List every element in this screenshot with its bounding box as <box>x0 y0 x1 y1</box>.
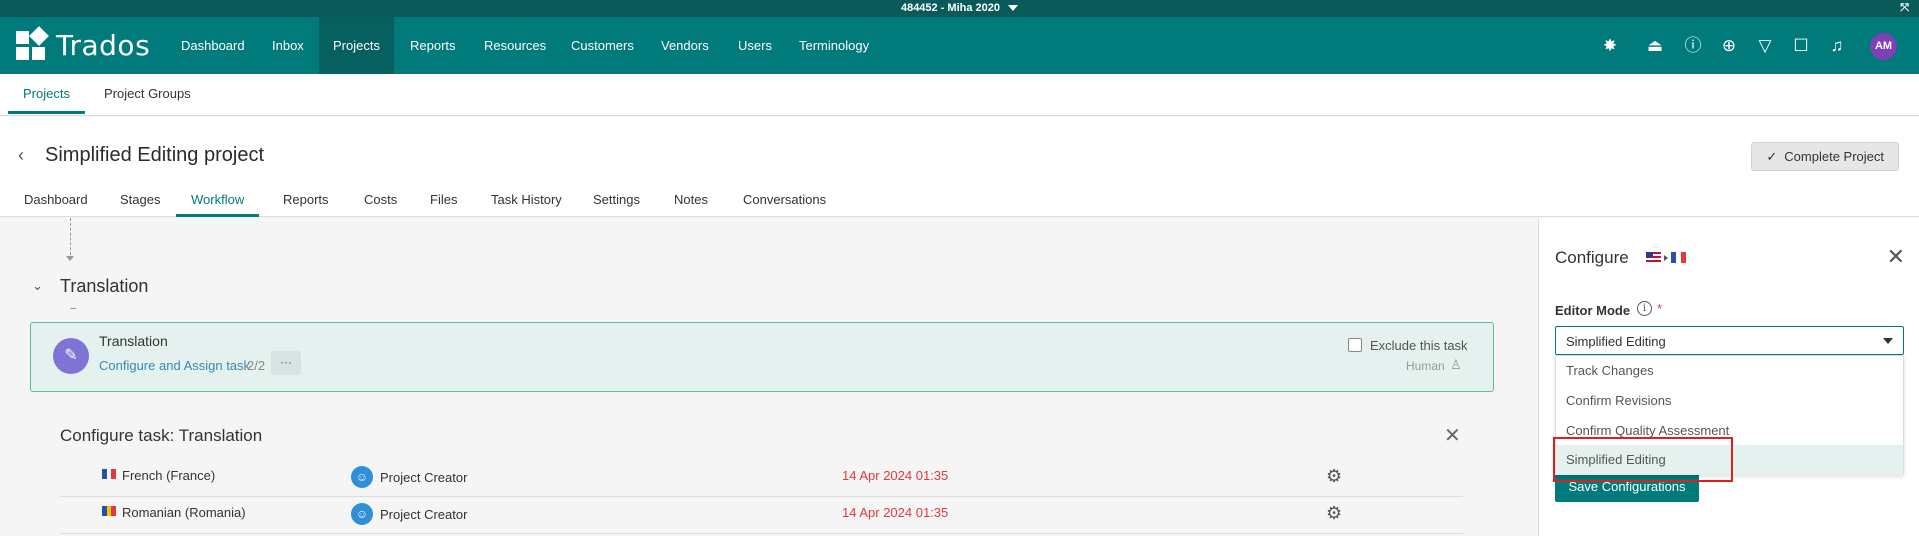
notifications-icon[interactable]: ♫ <box>1824 33 1850 59</box>
nav-item-vendors[interactable]: Vendors <box>647 17 723 74</box>
language-label: French (France) <box>122 468 216 483</box>
logo-text: Trados <box>56 28 151 62</box>
editor-mode-select[interactable]: Simplified Editing <box>1555 326 1904 355</box>
tab-costs[interactable]: Costs <box>362 185 399 217</box>
subnav-item-project-groups[interactable]: Project Groups <box>104 74 191 114</box>
tab-task-history[interactable]: Task History <box>489 185 564 217</box>
nav-item-dashboard[interactable]: Dashboard <box>167 17 259 74</box>
highlight-box <box>1553 437 1733 482</box>
editor-mode-label: Editor Mode <box>1555 303 1631 318</box>
option-track-changes[interactable]: Track Changes <box>1556 356 1903 386</box>
trados-logo[interactable]: Trados <box>16 26 151 63</box>
nav-item-terminology[interactable]: Terminology <box>785 17 883 74</box>
nav-item-customers[interactable]: Customers <box>557 17 648 74</box>
tab-notes[interactable]: Notes <box>672 185 710 217</box>
option-confirm-revisions[interactable]: Confirm Revisions <box>1556 386 1903 416</box>
user-icon: ☺ <box>351 503 373 525</box>
avatar[interactable]: AM <box>1870 33 1897 60</box>
panel-title: Configure <box>1555 248 1629 267</box>
table-row: French (France) ☺ Project Creator 14 Apr… <box>60 460 1463 497</box>
assignee-label: Project Creator <box>380 507 468 522</box>
help-icon[interactable]: ⓘ <box>1680 33 1706 59</box>
info-icon[interactable]: i <box>1637 301 1652 316</box>
nav-item-inbox[interactable]: Inbox <box>258 17 318 74</box>
workflow-area: ⌄ Translation ✎ Translation Configure an… <box>0 218 1538 536</box>
chevron-down-icon <box>1883 338 1893 344</box>
user-icon: ☺ <box>351 466 373 488</box>
configure-panel: Configure ✕ Editor Mode i * Save Configu… <box>1538 218 1919 536</box>
sub-navigation: Projects Project Groups <box>0 74 1919 116</box>
exclude-task-label[interactable]: Exclude this task <box>1370 338 1468 353</box>
pencil-icon: ✎ <box>53 338 89 374</box>
task-card[interactable]: ✎ Translation Configure and Assign task … <box>30 322 1494 392</box>
arrow-down-icon <box>66 256 74 261</box>
table-row: Romanian (Romania) ☺ Project Creator 14 … <box>60 497 1463 534</box>
tab-settings[interactable]: Settings <box>591 185 642 217</box>
nav-item-users[interactable]: Users <box>724 17 786 74</box>
flag-ro-icon <box>102 506 117 516</box>
nav-item-reports[interactable]: Reports <box>396 17 470 74</box>
required-mark: * <box>1657 301 1663 316</box>
nav-item-projects[interactable]: Projects <box>319 17 394 74</box>
task-name: Translation <box>99 333 168 349</box>
arrow-right-icon <box>1664 254 1668 261</box>
filter-icon[interactable]: ▽ <box>1752 33 1778 59</box>
due-date: 14 Apr 2024 01:35 <box>842 505 949 520</box>
trados-logo-icon <box>16 26 49 61</box>
subnav-item-projects[interactable]: Projects <box>8 74 85 114</box>
workflow-connector <box>70 218 71 260</box>
pin-icon[interactable]: ✸ <box>1597 33 1623 59</box>
flag-us-icon <box>1646 252 1661 263</box>
chevron-down-icon <box>1008 5 1019 12</box>
nav-item-resources[interactable]: Resources <box>470 17 560 74</box>
language-label: Romanian (Romania) <box>122 505 246 520</box>
close-icon[interactable]: ✕ <box>1444 423 1461 448</box>
person-icon: ♙ <box>1450 357 1462 372</box>
assignee-label: Project Creator <box>380 470 468 485</box>
exclude-task-checkbox[interactable] <box>1348 338 1362 352</box>
due-date: 14 Apr 2024 01:35 <box>842 468 949 483</box>
globe-icon[interactable]: ⊕ <box>1716 33 1742 59</box>
tab-reports[interactable]: Reports <box>281 185 331 217</box>
chat-icon[interactable]: ☐ <box>1788 33 1814 59</box>
configure-assign-link[interactable]: Configure and Assign task <box>99 358 250 373</box>
tab-files[interactable]: Files <box>428 185 459 217</box>
complete-project-label: Complete Project <box>1784 149 1884 164</box>
language-pair <box>1645 252 1687 263</box>
tab-dashboard[interactable]: Dashboard <box>22 185 90 217</box>
tab-conversations[interactable]: Conversations <box>741 185 828 217</box>
editor-mode-value: Simplified Editing <box>1566 334 1666 349</box>
flag-fr-icon <box>102 469 117 479</box>
flag-fr-icon <box>1671 252 1686 263</box>
collapse-icon[interactable]: ⤧ <box>1900 0 1909 17</box>
page-title: Simplified Editing project <box>45 144 264 166</box>
complete-project-button[interactable]: ✓ Complete Project <box>1751 142 1899 171</box>
chevron-down-icon[interactable]: ⌄ <box>32 278 43 294</box>
more-options-button[interactable]: ··· <box>271 351 301 375</box>
configure-task-title: Configure task: Translation <box>60 426 263 445</box>
project-header: ‹ Simplified Editing project ✓ Complete … <box>0 117 1919 217</box>
close-icon[interactable]: ✕ <box>1887 244 1905 270</box>
account-switcher[interactable]: 484452 - Miha 2020 ⤧ <box>0 0 1919 17</box>
gear-icon[interactable]: ⚙ <box>1326 466 1342 487</box>
account-label: 484452 - Miha 2020 <box>900 2 1001 14</box>
tab-stages[interactable]: Stages <box>118 185 162 217</box>
tab-workflow[interactable]: Workflow <box>176 185 260 217</box>
main-navigation: Trados Dashboard Inbox Projects Reports … <box>0 17 1919 74</box>
workflow-connector-tick <box>70 308 76 309</box>
gear-icon[interactable]: ⚙ <box>1326 503 1342 524</box>
stamp-icon[interactable]: ⏏ <box>1642 33 1668 59</box>
task-type-label: Human <box>1406 359 1445 373</box>
back-icon[interactable]: ‹ <box>18 145 24 166</box>
task-count: 2/2 <box>247 358 266 373</box>
stage-title: Translation <box>60 276 149 296</box>
check-icon: ✓ <box>1766 149 1778 164</box>
